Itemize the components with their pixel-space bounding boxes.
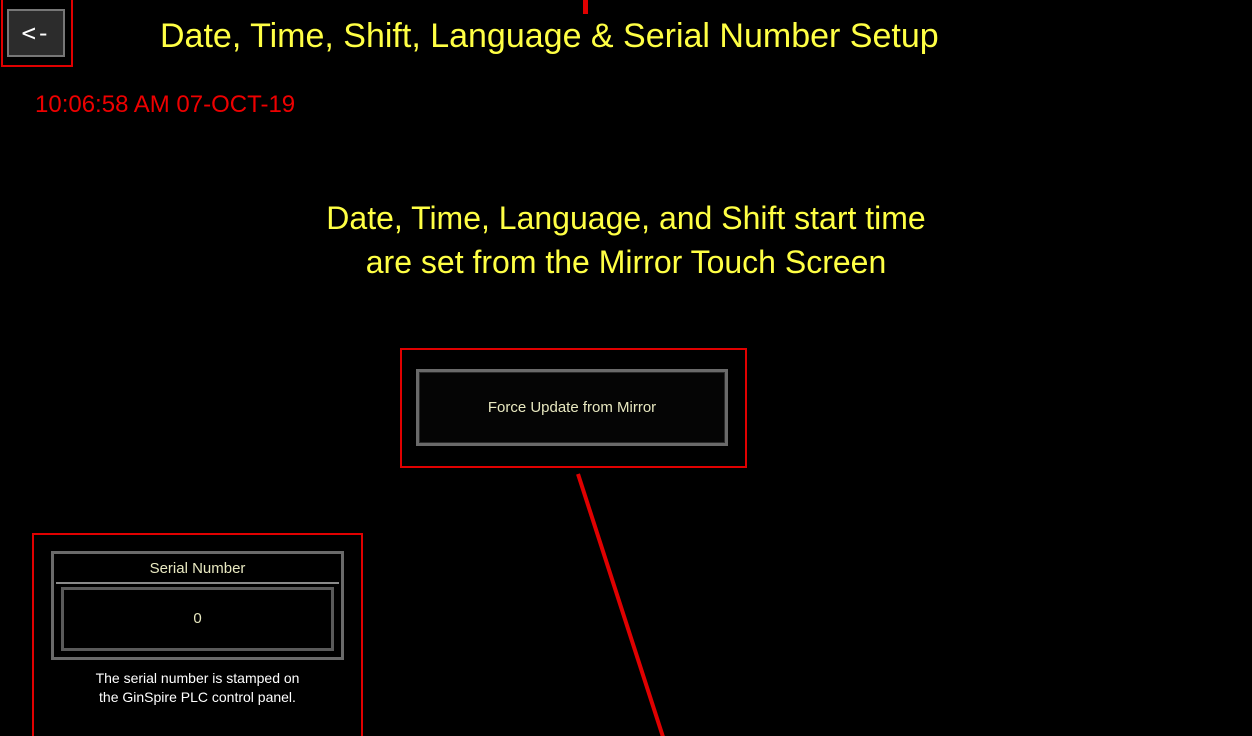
callout-arrow-line	[576, 473, 665, 736]
back-button[interactable]: <-	[7, 9, 65, 57]
divider	[56, 582, 339, 584]
serial-note-line: the GinSpire PLC control panel.	[99, 689, 296, 705]
annotation-marker	[583, 0, 588, 14]
force-update-button[interactable]: Force Update from Mirror	[416, 369, 728, 446]
serial-number-field[interactable]: 0	[61, 587, 334, 651]
info-message: Date, Time, Language, and Shift start ti…	[0, 196, 1252, 284]
page-title: Date, Time, Shift, Language & Serial Num…	[160, 17, 939, 55]
setup-screen: <- Date, Time, Shift, Language & Serial …	[0, 0, 1252, 736]
info-message-line: Date, Time, Language, and Shift start ti…	[326, 200, 926, 236]
serial-note-line: The serial number is stamped on	[95, 670, 300, 686]
serial-number-label: Serial Number	[149, 560, 246, 577]
serial-number-note: The serial number is stamped on the GinS…	[40, 669, 355, 707]
datetime-display: 10:06:58 AM 07-OCT-19	[35, 91, 296, 118]
serial-number-panel: Serial Number 0	[51, 551, 344, 660]
info-message-line: are set from the Mirror Touch Screen	[365, 244, 887, 280]
